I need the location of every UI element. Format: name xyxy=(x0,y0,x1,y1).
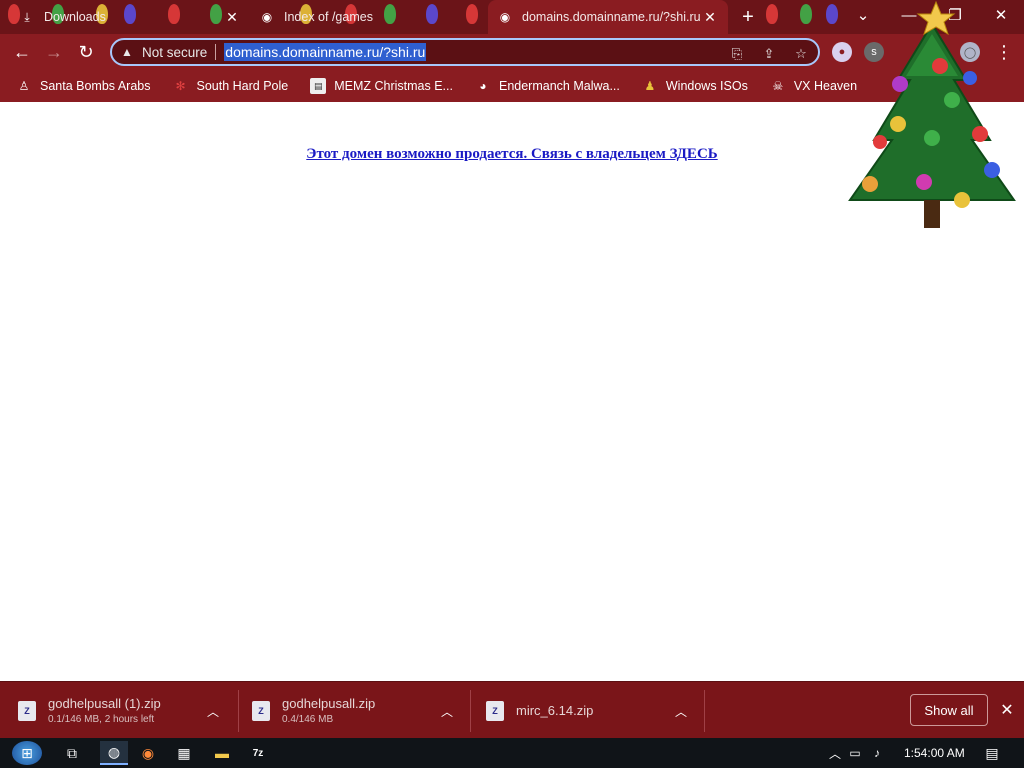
skull-icon: ☠ xyxy=(772,79,784,93)
volume-icon[interactable]: ♪ xyxy=(866,746,888,760)
browser-window: ⤓ Downloads ✕ ◉ Index of /games ◉ domain… xyxy=(0,0,1024,768)
network-icon[interactable]: ▭ xyxy=(844,746,866,760)
bookmark-label: Windows ISOs xyxy=(665,79,748,93)
start-button[interactable]: ⊞ xyxy=(12,741,42,765)
globe-icon: ◉ xyxy=(261,10,273,24)
bookmark-vx-heaven[interactable]: ☠ VX Heaven xyxy=(766,74,861,98)
profile-avatar-icon[interactable]: ◯ xyxy=(960,42,980,62)
figure-icon: ♙ xyxy=(18,79,30,93)
menu-kebab-icon[interactable]: ⋮ xyxy=(990,38,1018,66)
divider xyxy=(470,690,471,732)
bookmark-windows-isos[interactable]: ♟ Windows ISOs xyxy=(638,74,752,98)
snowflake-icon: ✻ xyxy=(175,79,186,93)
restore-button[interactable]: ❐ xyxy=(932,0,978,30)
chevron-up-icon[interactable]: ︿ xyxy=(204,702,222,720)
reload-button[interactable]: ↻ xyxy=(72,38,100,66)
file-explorer-icon[interactable]: ▬ xyxy=(210,741,234,765)
download-icon: ⤓ xyxy=(24,9,30,24)
tab-strip: ⤓ Downloads ✕ ◉ Index of /games ◉ domain… xyxy=(0,0,1024,34)
warning-icon[interactable]: ▲ xyxy=(120,45,134,59)
bookmark-memz[interactable]: ▤ MEMZ Christmas E... xyxy=(306,74,457,98)
download-status: 0.4/146 MB xyxy=(282,714,334,725)
tab-domains-active[interactable]: ◉ domains.domainname.ru/?shi.ru ✕ xyxy=(488,0,728,34)
share-icon[interactable]: ⇪ xyxy=(760,45,778,63)
divider xyxy=(238,690,239,732)
zip-file-icon: Z xyxy=(252,700,270,721)
download-shelf: Z godhelpusall (1).zip 0.1/146 MB, 2 hou… xyxy=(0,681,1024,738)
tab-title: Index of /games xyxy=(284,10,373,24)
download-name: godhelpusall (1).zip xyxy=(48,696,161,711)
tab-title: Downloads xyxy=(44,10,106,24)
page-icon: ▤ xyxy=(310,78,327,94)
bookmark-star-icon[interactable]: ☆ xyxy=(792,45,810,63)
bookmark-label: MEMZ Christmas E... xyxy=(334,79,453,93)
minimize-button[interactable]: — xyxy=(886,0,932,30)
download-status: 0.1/146 MB, 2 hours left xyxy=(48,714,155,725)
close-window-button[interactable]: ✕ xyxy=(978,0,1024,30)
raccoon-icon: ◕ xyxy=(479,79,487,93)
globe-icon: ◉ xyxy=(499,10,511,24)
translate-icon[interactable]: ⎘ xyxy=(728,45,746,63)
firefox-icon[interactable]: ◉ xyxy=(136,741,160,765)
extension-icon[interactable]: ● xyxy=(832,42,852,62)
tab-index-of-games[interactable]: ◉ Index of /games xyxy=(250,0,486,34)
bookmark-label: VX Heaven xyxy=(793,79,858,93)
bookmark-label: South Hard Pole xyxy=(196,79,289,93)
divider xyxy=(704,690,705,732)
close-tab-icon[interactable]: ✕ xyxy=(224,9,240,25)
new-tab-button[interactable]: + xyxy=(737,6,759,28)
zip-file-icon: Z xyxy=(18,700,36,721)
show-all-button[interactable]: Show all xyxy=(910,694,988,726)
app-icon[interactable]: ▦ xyxy=(172,741,196,765)
back-button[interactable]: ← xyxy=(8,38,36,66)
chevron-up-icon[interactable]: ︿ xyxy=(672,702,690,720)
page-content: Этот домен возможно продается. Связь с в… xyxy=(0,102,1024,681)
task-view-icon[interactable]: ⧉ xyxy=(60,741,84,765)
forward-button[interactable]: → xyxy=(40,38,68,66)
figure-icon: ♟ xyxy=(644,79,656,93)
taskbar: ⊞ ⧉ ◍ ◉ ▦ ▬ 7z ︿ ▭ ♪ 1:54:00 AM ▤ xyxy=(0,738,1024,768)
zip-file-icon: Z xyxy=(486,700,504,721)
url-text[interactable]: domains.domainname.ru/?shi.ru xyxy=(224,43,427,61)
omnibox-divider xyxy=(215,44,217,60)
chrome-icon[interactable]: ◍ xyxy=(100,741,128,765)
address-bar[interactable]: ▲ Not secure domains.domainname.ru/?shi.… xyxy=(110,38,820,66)
bookmark-endermanch[interactable]: ◕ Endermanch Malwa... xyxy=(471,74,624,98)
download-item[interactable]: Z mirc_6.14.zip ︿ xyxy=(486,682,702,739)
toolbar: ← → ↻ ▲ Not secure domains.domainname.ru… xyxy=(0,34,1024,70)
clock[interactable]: 1:54:00 AM xyxy=(904,738,965,768)
notification-icon[interactable]: ▤ xyxy=(980,741,1004,765)
download-item[interactable]: Z godhelpusall.zip 0.4/146 MB ︿ xyxy=(252,682,468,739)
security-label[interactable]: Not secure xyxy=(142,45,207,60)
tab-title: domains.domainname.ru/?shi.ru xyxy=(522,10,701,24)
download-item[interactable]: Z godhelpusall (1).zip 0.1/146 MB, 2 hou… xyxy=(18,682,238,739)
download-name: mirc_6.14.zip xyxy=(516,703,594,718)
bookmark-south-hard-pole[interactable]: ✻ South Hard Pole xyxy=(168,74,292,98)
extension-s-icon[interactable]: s xyxy=(864,42,884,62)
domain-for-sale-link[interactable]: Этот домен возможно продается. Связь с в… xyxy=(0,146,1024,163)
close-tab-icon[interactable]: ✕ xyxy=(702,9,718,25)
chevron-up-icon[interactable]: ︿ xyxy=(438,702,456,720)
tab-downloads[interactable]: ⤓ Downloads ✕ xyxy=(10,0,250,34)
bookmarks-bar: ♙ Santa Bombs Arabs ✻ South Hard Pole ▤ … xyxy=(0,70,1024,102)
bookmark-santa-bombs[interactable]: ♙ Santa Bombs Arabs xyxy=(12,74,154,98)
bookmark-label: Santa Bombs Arabs xyxy=(40,79,151,93)
7zip-icon[interactable]: 7z xyxy=(246,741,270,765)
tray-chevron-icon[interactable]: ︿ xyxy=(826,745,844,762)
system-tray: ︿ ▭ ♪ xyxy=(826,738,888,768)
bookmark-label: Endermanch Malwa... xyxy=(498,79,620,93)
download-name: godhelpusall.zip xyxy=(282,696,376,711)
close-shelf-icon[interactable]: ✕ xyxy=(997,700,1017,720)
tab-search-icon[interactable]: ⌄ xyxy=(840,0,886,30)
